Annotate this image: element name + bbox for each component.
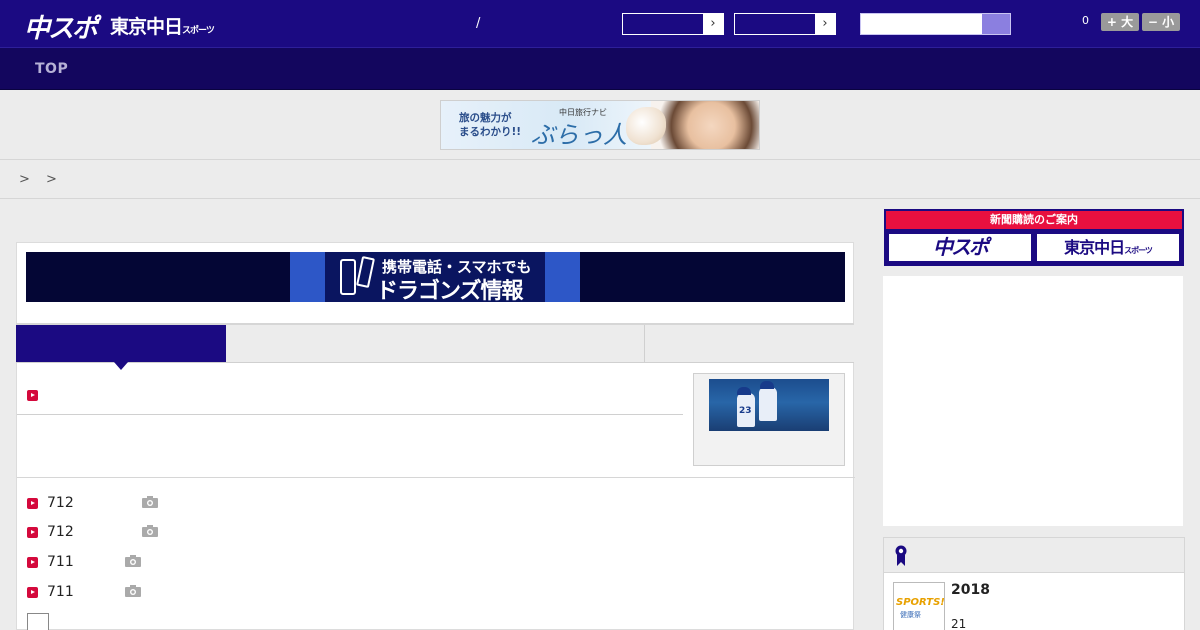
banner-photo [651, 101, 759, 149]
counter-text: 0 [1082, 14, 1089, 27]
ranking-thumb-title: SPORTS!! [896, 597, 945, 608]
tokyo-logo-small: スポーツ [182, 26, 215, 36]
featured-thumbnail-box[interactable]: 23 [693, 373, 845, 466]
tab-2[interactable] [226, 325, 436, 363]
dragons-mobile-promo-banner[interactable]: 携帯電話・スマホでも ドラゴンズ情報 [26, 252, 845, 302]
tokyo-chunichi-logo[interactable]: 東京中日スポーツ [110, 12, 215, 39]
checkbox[interactable] [27, 613, 49, 630]
news-tabs [16, 323, 854, 370]
promo-line2: ドラゴンズ情報 [376, 279, 524, 302]
site-header: 中スポ 東京中日スポーツ / › › 0 + 大 − 小 [0, 0, 1200, 48]
tab-3[interactable] [435, 325, 645, 363]
subscribe-tokyo-small: スポーツ [1124, 246, 1153, 255]
news-date: 711 [47, 554, 74, 570]
header-select-2[interactable]: › [734, 13, 836, 35]
phone-icon [340, 259, 356, 295]
ranking-thumb-sub: 健康祭 [900, 611, 921, 619]
shell-image [626, 107, 666, 145]
banner-line1: 旅の魅力が [459, 112, 512, 124]
camera-icon [125, 585, 141, 597]
ranking-title[interactable]: 2018 [951, 582, 990, 598]
ranking-thumbnail[interactable]: SPORTS!! 健康祭 [893, 582, 945, 630]
bullet-icon [27, 498, 38, 509]
chuspo-logo[interactable]: 中スポ [24, 8, 98, 45]
news-date: 712 [47, 524, 74, 540]
featured-article: 23 [17, 363, 855, 478]
sidebar-ad-space[interactable] [883, 276, 1183, 526]
camera-icon [142, 496, 158, 508]
player-cap [737, 387, 751, 395]
banner-line2: まるわかり!! [459, 126, 522, 138]
ranking-subtitle: 21 [951, 617, 967, 630]
banner-area: 旅の魅力が まるわかり!! 中日旅行ナビ ぶらっ人 [0, 90, 1200, 160]
award-ribbon-icon [895, 545, 907, 566]
player-figure [759, 387, 777, 421]
bullet-icon [27, 390, 38, 401]
header-separator: / [476, 16, 481, 31]
search-input[interactable] [860, 13, 1011, 35]
global-nav: TOP [0, 48, 1200, 90]
font-size-bigger-button[interactable]: + 大 [1101, 13, 1139, 31]
player-cap [760, 381, 774, 389]
font-size-smaller-button[interactable]: − 小 [1142, 13, 1180, 31]
header-select-1[interactable]: › [622, 13, 724, 35]
subscription-heading: 新聞購読のご案内 [886, 211, 1182, 229]
bullet-icon [27, 587, 38, 598]
subscribe-tokyo-label: 東京中日 [1064, 238, 1125, 257]
ranking-header [884, 538, 1184, 573]
nav-item-top[interactable]: TOP [35, 61, 68, 77]
subscribe-tokyo-chunichi-button[interactable]: 東京中日スポーツ [1036, 233, 1180, 262]
camera-icon [142, 525, 158, 537]
ranking-box: SPORTS!! 健康祭 2018 21 [883, 537, 1185, 630]
bullet-icon [27, 527, 38, 538]
main-content: 携帯電話・スマホでも ドラゴンズ情報 23 712 712 711 711 [16, 242, 855, 630]
featured-thumbnail: 23 [709, 379, 829, 431]
breadcrumb-separators: > > [19, 172, 63, 187]
news-date: 711 [47, 584, 74, 600]
banner-brand: ぶらっ人 [531, 121, 627, 149]
banner-tagline: 旅の魅力がまるわかり!! [459, 111, 521, 139]
subscribe-chuspo-button[interactable]: 中スポ [888, 233, 1032, 262]
news-date: 712 [47, 495, 74, 511]
subscription-box: 新聞購読のご案内 中スポ 東京中日スポーツ [884, 209, 1184, 266]
jersey-number: 23 [739, 406, 752, 416]
bullet-icon [27, 557, 38, 568]
breadcrumb: > > [0, 161, 1200, 199]
tab-4[interactable] [645, 325, 854, 363]
travel-banner-ad[interactable]: 旅の魅力が まるわかり!! 中日旅行ナビ ぶらっ人 [440, 100, 760, 150]
search-button[interactable] [982, 14, 1010, 34]
chevron-right-icon: › [815, 14, 835, 34]
tokyo-logo-main: 東京中日 [110, 16, 183, 38]
tab-1[interactable] [16, 325, 226, 370]
chevron-right-icon: › [703, 14, 723, 34]
camera-icon [125, 555, 141, 567]
divider [17, 414, 683, 415]
